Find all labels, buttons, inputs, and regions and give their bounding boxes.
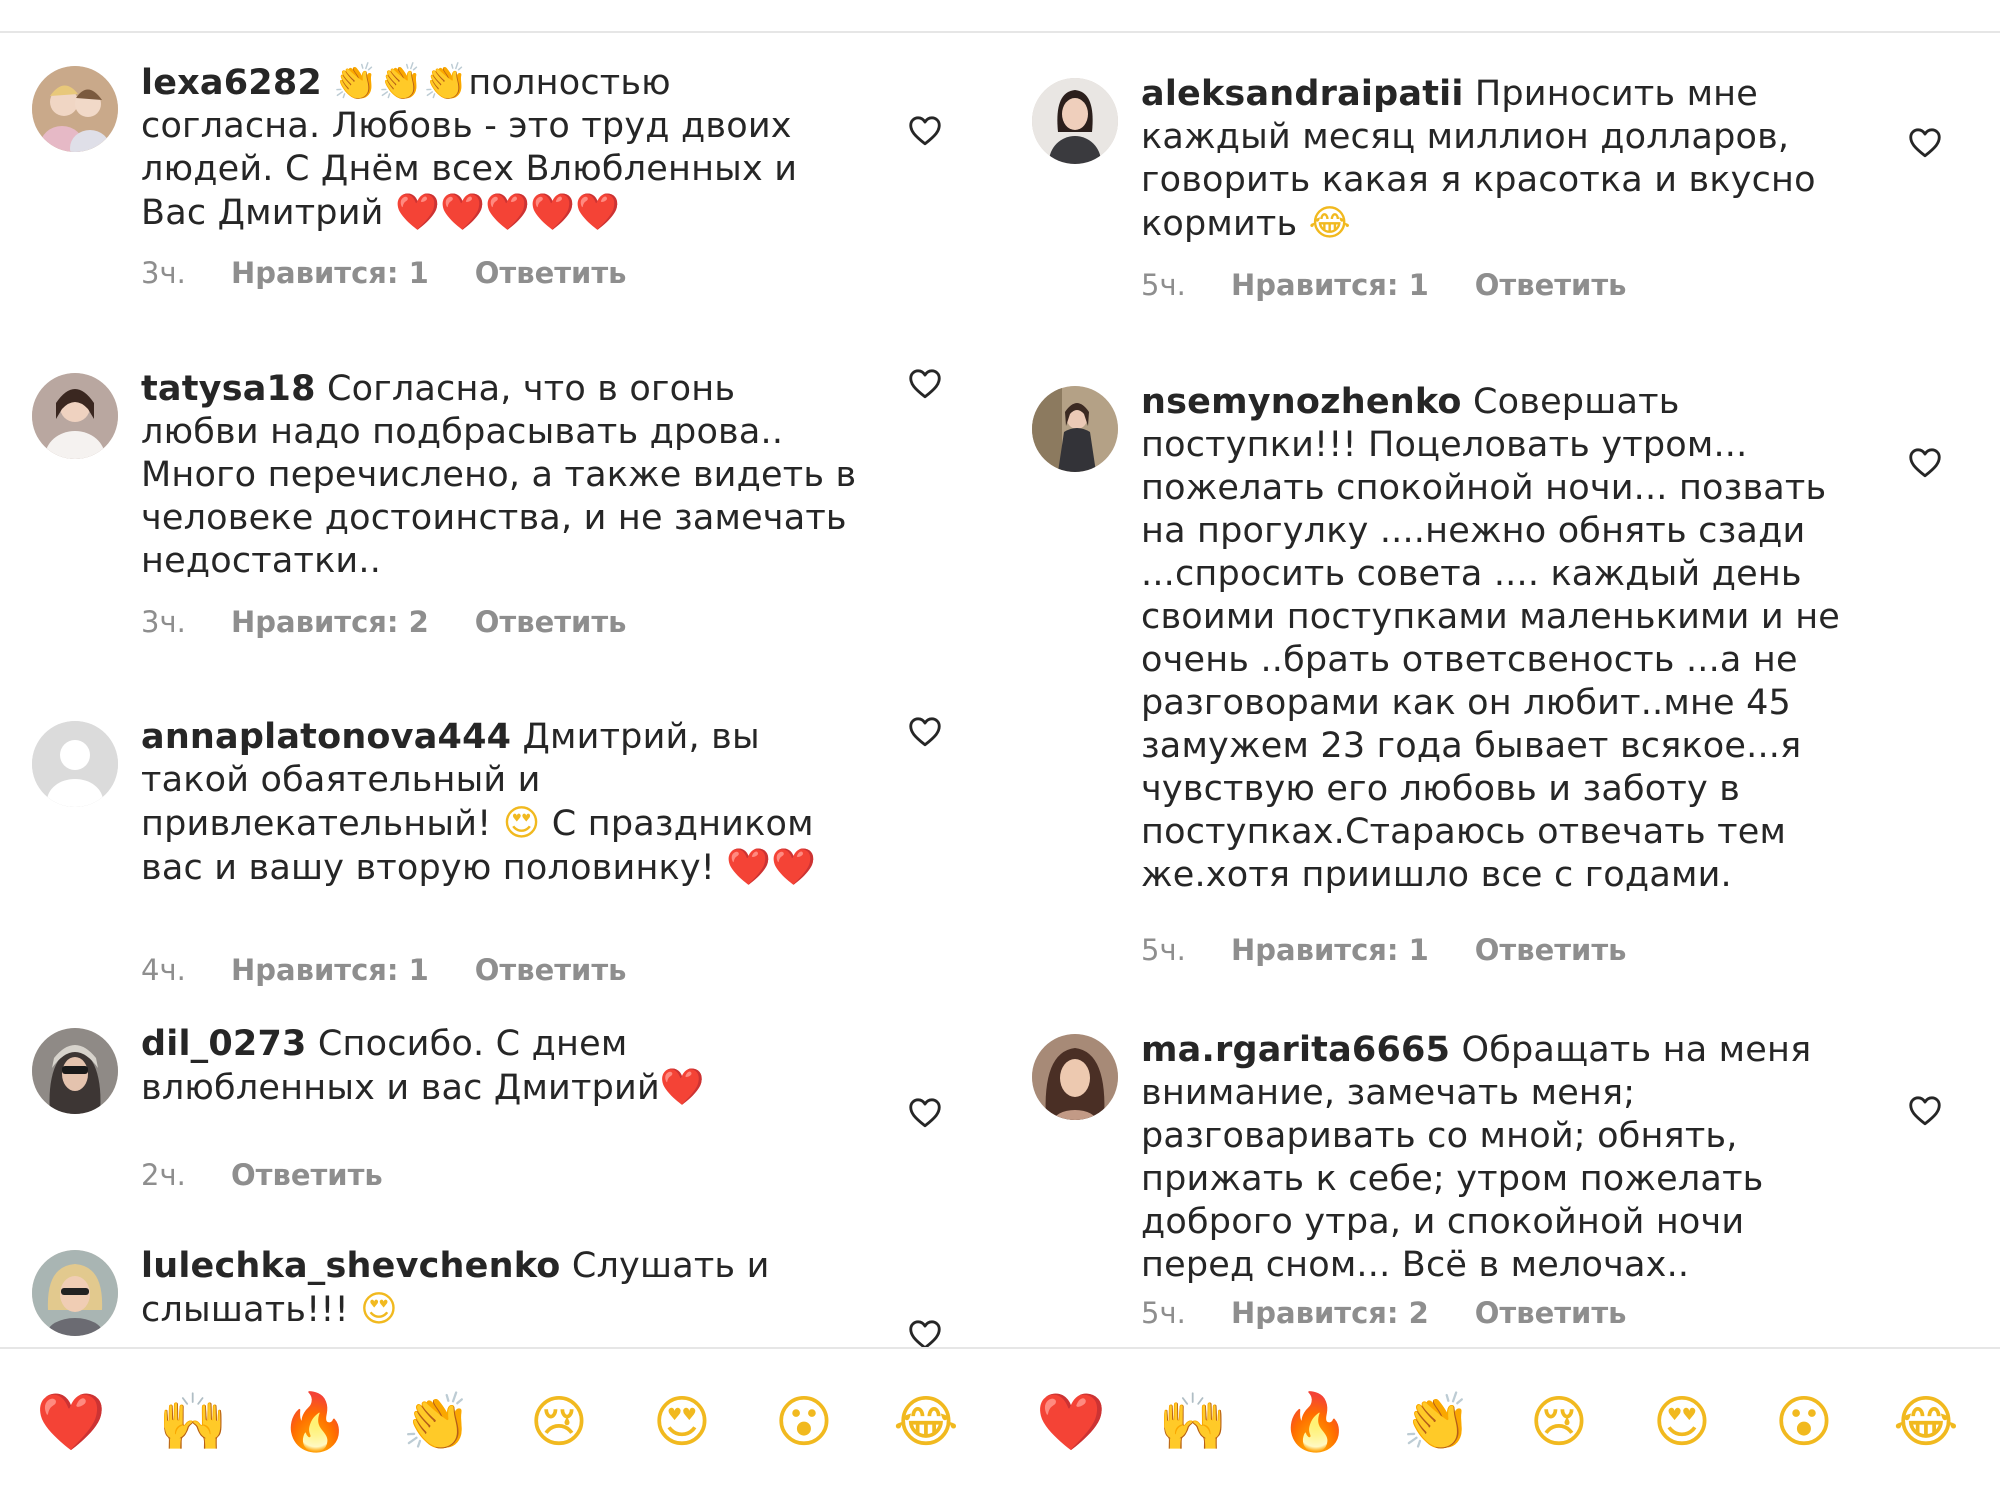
avatar-aleksandraipatii[interactable] [1032,78,1118,164]
comment-ma-rgarita6665: ma.rgarita6665 Обращать на меня внимание… [1000,1001,2000,1347]
comment-text: lexa6282 👏👏👏полностью согласна. Любовь -… [141,61,861,235]
surprised-face-reaction-button[interactable]: 😮 [769,1388,839,1458]
tears-of-joy-emoji: 😂 [1308,203,1351,244]
comment-nsemynozhenko: nsemynozhenko Совершать поступки!!! Поце… [1000,353,2000,1001]
username-link[interactable]: tatysa18 [141,369,316,409]
comment-aleksandraipatii: aleksandraipatii Приносить мне каждый ме… [1000,45,2000,373]
likes-count-button[interactable]: Нравится: 2 [1231,1293,1429,1333]
heart-outline-icon[interactable] [1907,125,1943,161]
surprised-face-reaction-button[interactable]: 😮 [1769,1388,1839,1458]
fire-reaction-button[interactable]: 🔥 [280,1388,350,1458]
red-heart-emoji: ❤️❤️ [726,847,817,888]
comment-lexa6282: lexa6282 👏👏👏полностью согласна. Любовь -… [0,33,1000,318]
quick-reaction-bar: ❤️ 🙌 🔥 👏 😢 😍 😮 😂 ❤️ 🙌 🔥 👏 😢 😍 😮 😂 [0,1349,2000,1502]
comments-screenshot: lexa6282 👏👏👏полностью согласна. Любовь -… [0,0,2000,1502]
comment-time: 5ч. [1141,268,1186,302]
reply-button[interactable]: Ответить [475,253,627,293]
raising-hands-reaction-button[interactable]: 🙌 [1158,1388,1228,1458]
comment-time: 5ч. [1141,1296,1186,1330]
comment-meta: 2ч. Ответить [141,1155,383,1195]
heart-outline-icon[interactable] [907,1095,943,1131]
reply-button[interactable]: Ответить [1475,1293,1627,1333]
comment-meta: 5ч. Нравится: 1 Ответить [1141,930,1627,970]
crying-face-reaction-button[interactable]: 😢 [524,1388,594,1458]
red-heart-emoji: ❤️ [659,1067,705,1108]
comment-text: tatysa18 Согласна, что в огонь любви над… [141,368,861,583]
comment-body [322,63,333,103]
default-user-icon[interactable] [32,721,118,807]
avatar-tatysa18[interactable] [32,373,118,459]
reply-button[interactable]: Ответить [231,1155,383,1195]
likes-count-button[interactable]: Нравится: 2 [231,602,429,642]
username-link[interactable]: aleksandraipatii [1141,74,1464,114]
comment-meta: 4ч. Нравится: 1 Ответить [141,950,627,990]
comment-annaplatonova444: annaplatonova444 Дмитрий, вы такой обаят… [0,688,1000,995]
username-link[interactable]: dil_0273 [141,1024,307,1064]
username-link[interactable]: nsemynozhenko [1141,382,1462,422]
comment-time: 3ч. [141,605,186,639]
username-link[interactable]: lulechka_shevchenko [141,1246,561,1286]
likes-count-button[interactable]: Нравится: 1 [231,253,429,293]
avatar-lulechka_shevchenko[interactable] [32,1250,118,1336]
heart-outline-icon[interactable] [907,113,943,149]
heart-eyes-emoji: 😍 [360,1289,398,1330]
comment-text: nsemynozhenko Совершать поступки!!! Поце… [1141,381,1861,897]
comment-text: annaplatonova444 Дмитрий, вы такой обаят… [141,716,861,890]
comment-body: Совершать поступки!!! Поцеловать утром..… [1141,382,1841,895]
username-link[interactable]: ma.rgarita6665 [1141,1030,1450,1070]
tears-of-joy-reaction-button[interactable]: 😂 [1891,1388,1961,1458]
comment-meta: 5ч. Нравится: 2 Ответить [1141,1293,1627,1333]
reply-button[interactable]: Ответить [1475,930,1627,970]
reply-button[interactable]: Ответить [475,950,627,990]
comment-time: 3ч. [141,256,186,290]
comment-text: dil_0273 Спосибо. С днем влюбленных и ва… [141,1023,861,1110]
tears-of-joy-reaction-button[interactable]: 😂 [891,1388,961,1458]
raising-hands-reaction-button[interactable]: 🙌 [158,1388,228,1458]
comment-time: 5ч. [1141,933,1186,967]
reply-button[interactable]: Ответить [1475,265,1627,305]
heart-eyes-reaction-button[interactable]: 😍 [647,1388,717,1458]
red-heart-reaction-button[interactable]: ❤️ [36,1388,106,1458]
comments-column-right: aleksandraipatii Приносить мне каждый ме… [1000,33,2000,1347]
username-link[interactable]: annaplatonova444 [141,717,511,757]
comment-meta: 3ч. Нравится: 2 Ответить [141,602,627,642]
clapping-hands-reaction-button[interactable]: 👏 [1402,1388,1472,1458]
avatar-ma-rgarita6665[interactable] [1032,1034,1118,1120]
heart-outline-icon[interactable] [907,366,943,402]
comment-tatysa18: tatysa18 Согласна, что в огонь любви над… [0,340,1000,667]
comment-text: aleksandraipatii Приносить мне каждый ме… [1141,73,1861,246]
comment-dil_0273: dil_0273 Спосибо. С днем влюбленных и ва… [0,995,1000,1217]
heart-outline-icon[interactable] [907,1317,943,1347]
comment-time: 2ч. [141,1158,186,1192]
likes-count-button[interactable]: Нравится: 1 [1231,265,1429,305]
comment-lulechka_shevchenko: lulechka_shevchenko Слушать и слышать!!!… [0,1217,1000,1347]
likes-count-button[interactable]: Нравится: 1 [231,950,429,990]
likes-count-button[interactable]: Нравится: 1 [1231,930,1429,970]
heart-outline-icon[interactable] [907,714,943,750]
heart-eyes-emoji: 😍 [502,803,541,844]
avatar-dil_0273[interactable] [32,1028,118,1114]
clapping-hands-emoji: 👏👏👏 [333,62,469,103]
reply-button[interactable]: Ответить [475,602,627,642]
comment-meta: 3ч. Нравится: 1 Ответить [141,253,627,293]
red-heart-emoji: ❤️❤️❤️❤️❤️ [394,192,621,233]
avatar-lexa6282[interactable] [32,66,118,152]
comments-column-left: lexa6282 👏👏👏полностью согласна. Любовь -… [0,33,1000,1347]
crying-face-reaction-button[interactable]: 😢 [1524,1388,1594,1458]
heart-outline-icon[interactable] [1907,1093,1943,1129]
fire-reaction-button[interactable]: 🔥 [1280,1388,1350,1458]
red-heart-reaction-button[interactable]: ❤️ [1036,1388,1106,1458]
avatar-nsemynozhenko[interactable] [1032,386,1118,472]
clapping-hands-reaction-button[interactable]: 👏 [402,1388,472,1458]
comment-time: 4ч. [141,953,186,987]
comments-area[interactable]: lexa6282 👏👏👏полностью согласна. Любовь -… [0,33,2000,1347]
comment-text: ma.rgarita6665 Обращать на меня внимание… [1141,1029,1861,1287]
heart-eyes-reaction-button[interactable]: 😍 [1647,1388,1717,1458]
comment-meta: 5ч. Нравится: 1 Ответить [1141,265,1627,305]
comment-text: lulechka_shevchenko Слушать и слышать!!!… [141,1245,861,1332]
username-link[interactable]: lexa6282 [141,63,322,103]
heart-outline-icon[interactable] [1907,445,1943,481]
